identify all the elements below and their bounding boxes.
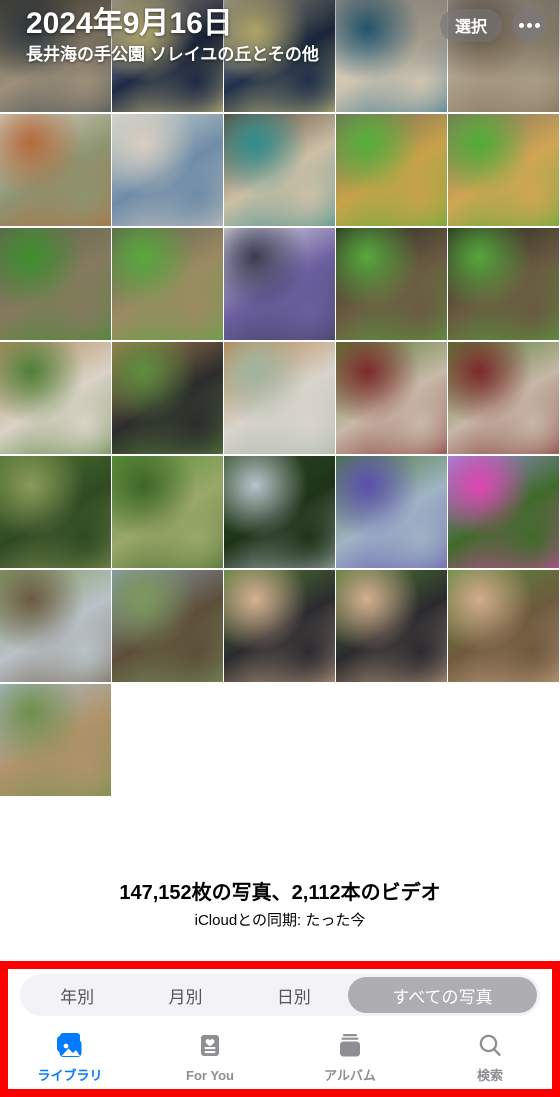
photo-thumbnail[interactable]	[112, 570, 223, 682]
photo-thumbnail[interactable]	[336, 342, 447, 454]
tab-library[interactable]: ライブラリ	[0, 1029, 140, 1084]
segment-months[interactable]: 月別	[131, 977, 239, 1013]
select-button[interactable]: 選択	[439, 8, 502, 42]
photo-thumbnail[interactable]	[112, 114, 223, 226]
photo-thumbnail[interactable]	[448, 570, 559, 682]
ellipsis-icon	[518, 22, 524, 28]
tab-for-you[interactable]: For You	[140, 1029, 280, 1084]
segment-all-photos[interactable]: すべての写真	[347, 977, 537, 1013]
search-icon	[476, 1029, 504, 1063]
photo-thumbnail[interactable]	[0, 228, 111, 340]
photo-stack-icon	[54, 1029, 86, 1063]
tab-search-label: 検索	[476, 1068, 503, 1083]
photo-thumbnail[interactable]	[0, 114, 111, 226]
library-summary: 147,152枚の写真、2,112本のビデオ iCloudとの同期: たった今	[0, 862, 560, 962]
photo-thumbnail[interactable]	[0, 570, 111, 682]
photo-grid[interactable]	[0, 0, 560, 862]
photo-grid-row	[0, 228, 560, 340]
header-titles: 2024年9月16日 長井海の手公園 ソレイユの丘とその他	[26, 6, 319, 67]
tab-bar: ライブラリ For You アルバム 検索	[0, 1021, 560, 1097]
photo-thumbnail[interactable]	[224, 228, 335, 340]
photo-thumbnail[interactable]	[336, 456, 447, 568]
photo-thumbnail[interactable]	[448, 342, 559, 454]
header-actions: 選択	[439, 8, 546, 42]
photo-thumbnail[interactable]	[224, 342, 335, 454]
photo-thumbnail[interactable]	[0, 684, 111, 796]
photo-thumbnail[interactable]	[224, 456, 335, 568]
photo-thumbnail[interactable]	[336, 0, 447, 112]
photo-thumbnail[interactable]	[112, 456, 223, 568]
tab-search[interactable]: 検索	[420, 1029, 560, 1084]
segmented-control-container: 年別 月別 日別 すべての写真	[0, 969, 560, 1021]
page-title: 2024年9月16日	[26, 7, 233, 40]
heart-card-icon	[196, 1029, 224, 1063]
photo-grid-row	[0, 570, 560, 682]
segment-years[interactable]: 年別	[23, 977, 131, 1013]
photo-thumbnail[interactable]	[0, 456, 111, 568]
photo-thumbnail[interactable]	[112, 342, 223, 454]
tab-albums-label: アルバム	[324, 1068, 376, 1083]
segment-days[interactable]: 日別	[240, 977, 348, 1013]
tab-library-label: ライブラリ	[37, 1068, 103, 1083]
photo-thumbnail[interactable]	[0, 342, 111, 454]
icloud-sync-status: iCloudとの同期: たった今	[194, 912, 366, 929]
photo-grid-row	[0, 342, 560, 454]
more-options-button[interactable]	[512, 8, 546, 42]
photo-thumbnail[interactable]	[448, 456, 559, 568]
ellipsis-icon	[526, 22, 532, 28]
timeline-scope-segmented-control[interactable]: 年別 月別 日別 すべての写真	[20, 974, 540, 1016]
photo-grid-row	[0, 684, 560, 796]
media-count-text: 147,152枚の写真、2,112本のビデオ	[119, 882, 441, 904]
albums-stack-icon	[335, 1029, 365, 1063]
tab-for-you-label: For You	[186, 1068, 234, 1083]
photo-grid-row	[0, 456, 560, 568]
photo-thumbnail[interactable]	[448, 228, 559, 340]
photo-thumbnail[interactable]	[448, 114, 559, 226]
photo-grid-row	[0, 114, 560, 226]
photo-thumbnail[interactable]	[224, 114, 335, 226]
photo-thumbnail[interactable]	[224, 570, 335, 682]
tab-albums[interactable]: アルバム	[280, 1029, 420, 1084]
photo-thumbnail[interactable]	[112, 228, 223, 340]
ellipsis-icon	[534, 22, 540, 28]
photo-thumbnail[interactable]	[336, 228, 447, 340]
photo-thumbnail[interactable]	[336, 114, 447, 226]
photo-thumbnail[interactable]	[336, 570, 447, 682]
header-subtitle-location: 長井海の手公園 ソレイユの丘とその他	[26, 45, 319, 64]
